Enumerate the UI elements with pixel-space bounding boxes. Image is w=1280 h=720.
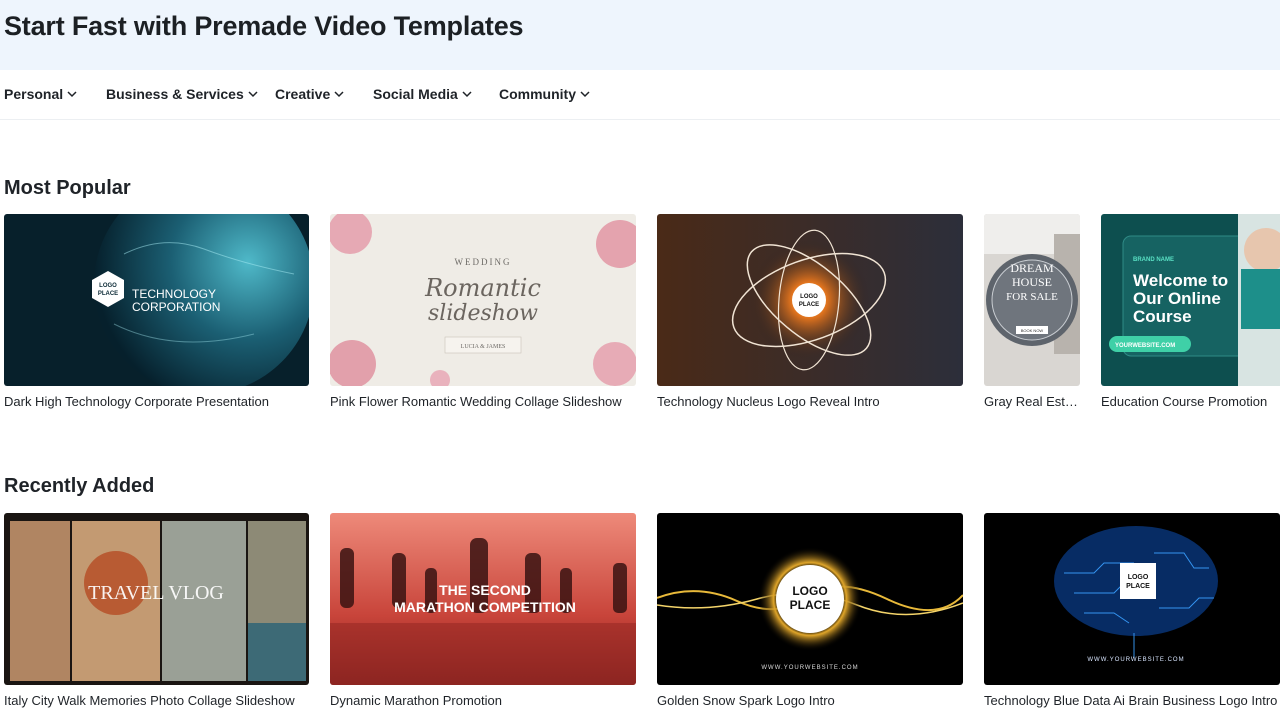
template-title: Dark High Technology Corporate Presentat… xyxy=(4,394,269,409)
chevron-down-icon xyxy=(67,91,77,98)
category-community[interactable]: Community xyxy=(499,86,590,102)
thumb-text: WEDDING xyxy=(455,257,512,267)
template-title: Dynamic Marathon Promotion xyxy=(330,693,502,708)
thumb-logo-text: PLACE xyxy=(1126,583,1150,590)
category-label: Business & Services xyxy=(106,86,244,102)
thumb-text: WWW.YOURWEBSITE.COM xyxy=(1087,657,1184,663)
template-thumbnail: TRAVEL VLOG xyxy=(4,513,309,685)
category-creative[interactable]: Creative xyxy=(275,86,344,102)
category-label: Social Media xyxy=(373,86,458,102)
thumb-headline: Our Online xyxy=(1133,289,1221,308)
template-card[interactable]: LOGO PLACE TECHNOLOGY CORPORATION Dark H… xyxy=(4,214,309,414)
template-title: Technology Nucleus Logo Reveal Intro xyxy=(657,394,880,409)
thumb-logo-text: LOGO xyxy=(800,294,818,300)
template-card[interactable]: DREAM HOUSE FOR SALE BOOK NOW Gray Real … xyxy=(984,214,1082,414)
template-card[interactable]: BRAND NAME Welcome to Our Online Course … xyxy=(1101,214,1280,414)
thumb-headline: MARATHON COMPETITION xyxy=(394,599,576,615)
thumb-headline: CORPORATION xyxy=(132,300,220,314)
template-card[interactable]: LOGO PLACE Technology Nucleus Logo Revea… xyxy=(657,214,963,414)
template-title: Gray Real Estat... xyxy=(984,394,1082,409)
section-title-recently-added: Recently Added xyxy=(4,475,155,497)
template-thumbnail: BRAND NAME Welcome to Our Online Course … xyxy=(1101,214,1280,386)
thumb-headline: THE SECOND xyxy=(439,582,531,598)
template-title: Education Course Promotion xyxy=(1101,394,1268,409)
template-title: Golden Snow Spark Logo Intro xyxy=(657,693,835,708)
template-thumbnail: DREAM HOUSE FOR SALE BOOK NOW xyxy=(984,214,1080,386)
thumb-logo-text: LOGO xyxy=(792,584,827,598)
template-card[interactable]: WEDDING Romantic slideshow LUCIA & JAMES… xyxy=(330,214,636,414)
thumb-headline: Welcome to xyxy=(1133,271,1228,290)
category-nav: Personal Business & Services Creative So… xyxy=(0,70,1280,120)
thumb-text: BRAND NAME xyxy=(1133,257,1174,263)
template-card[interactable]: LOGO PLACE WWW.YOURWEBSITE.COM Technolog… xyxy=(984,513,1280,713)
thumb-text: YOURWEBSITE.COM xyxy=(1115,343,1175,349)
thumb-headline: TECHNOLOGY xyxy=(132,287,216,301)
thumb-headline: Course xyxy=(1133,307,1192,326)
thumb-headline: slideshow xyxy=(428,301,538,326)
thumb-headline: Romantic xyxy=(424,274,541,302)
category-social-media[interactable]: Social Media xyxy=(373,86,472,102)
thumb-logo-text: LOGO xyxy=(1128,574,1149,581)
template-thumbnail: WEDDING Romantic slideshow LUCIA & JAMES xyxy=(330,214,636,386)
template-title: Technology Blue Data Ai Brain Business L… xyxy=(984,693,1278,708)
chevron-down-icon xyxy=(334,91,344,98)
thumb-logo-text: PLACE xyxy=(799,302,819,308)
thumb-logo-text: LOGO xyxy=(99,283,117,289)
template-thumbnail: THE SECOND MARATHON COMPETITION xyxy=(330,513,636,685)
category-label: Community xyxy=(499,86,576,102)
thumb-logo-text: PLACE xyxy=(98,291,118,297)
thumb-logo-text: PLACE xyxy=(790,598,831,612)
template-thumbnail: LOGO PLACE WWW.YOURWEBSITE.COM xyxy=(984,513,1280,685)
template-thumbnail: LOGO PLACE TECHNOLOGY CORPORATION xyxy=(4,214,309,386)
category-personal[interactable]: Personal xyxy=(4,86,77,102)
template-card[interactable]: TRAVEL VLOG Italy City Walk Memories Pho… xyxy=(4,513,309,713)
chevron-down-icon xyxy=(462,91,472,98)
thumb-text: WWW.YOURWEBSITE.COM xyxy=(761,665,858,671)
chevron-down-icon xyxy=(580,91,590,98)
template-thumbnail: LOGO PLACE xyxy=(657,214,963,386)
chevron-down-icon xyxy=(248,91,258,98)
template-card[interactable]: THE SECOND MARATHON COMPETITION Dynamic … xyxy=(330,513,636,713)
thumb-text: LUCIA & JAMES xyxy=(461,344,506,350)
thumb-text: FOR SALE xyxy=(1006,291,1058,303)
template-title: Pink Flower Romantic Wedding Collage Sli… xyxy=(330,394,622,409)
template-card[interactable]: LOGO PLACE WWW.YOURWEBSITE.COM Golden Sn… xyxy=(657,513,963,713)
category-label: Personal xyxy=(4,86,64,102)
section-title-most-popular: Most Popular xyxy=(4,177,131,199)
thumb-text: HOUSE xyxy=(1012,275,1052,289)
category-label: Creative xyxy=(275,86,331,102)
template-title: Italy City Walk Memories Photo Collage S… xyxy=(4,693,295,708)
page-header: Start Fast with Premade Video Templates xyxy=(0,0,1280,70)
category-business-services[interactable]: Business & Services xyxy=(106,86,258,102)
page-title: Start Fast with Premade Video Templates xyxy=(4,11,524,41)
thumb-headline: TRAVEL VLOG xyxy=(88,582,224,604)
thumb-text: DREAM xyxy=(1010,261,1054,275)
thumb-text: BOOK NOW xyxy=(1021,328,1044,333)
template-thumbnail: LOGO PLACE WWW.YOURWEBSITE.COM xyxy=(657,513,963,685)
